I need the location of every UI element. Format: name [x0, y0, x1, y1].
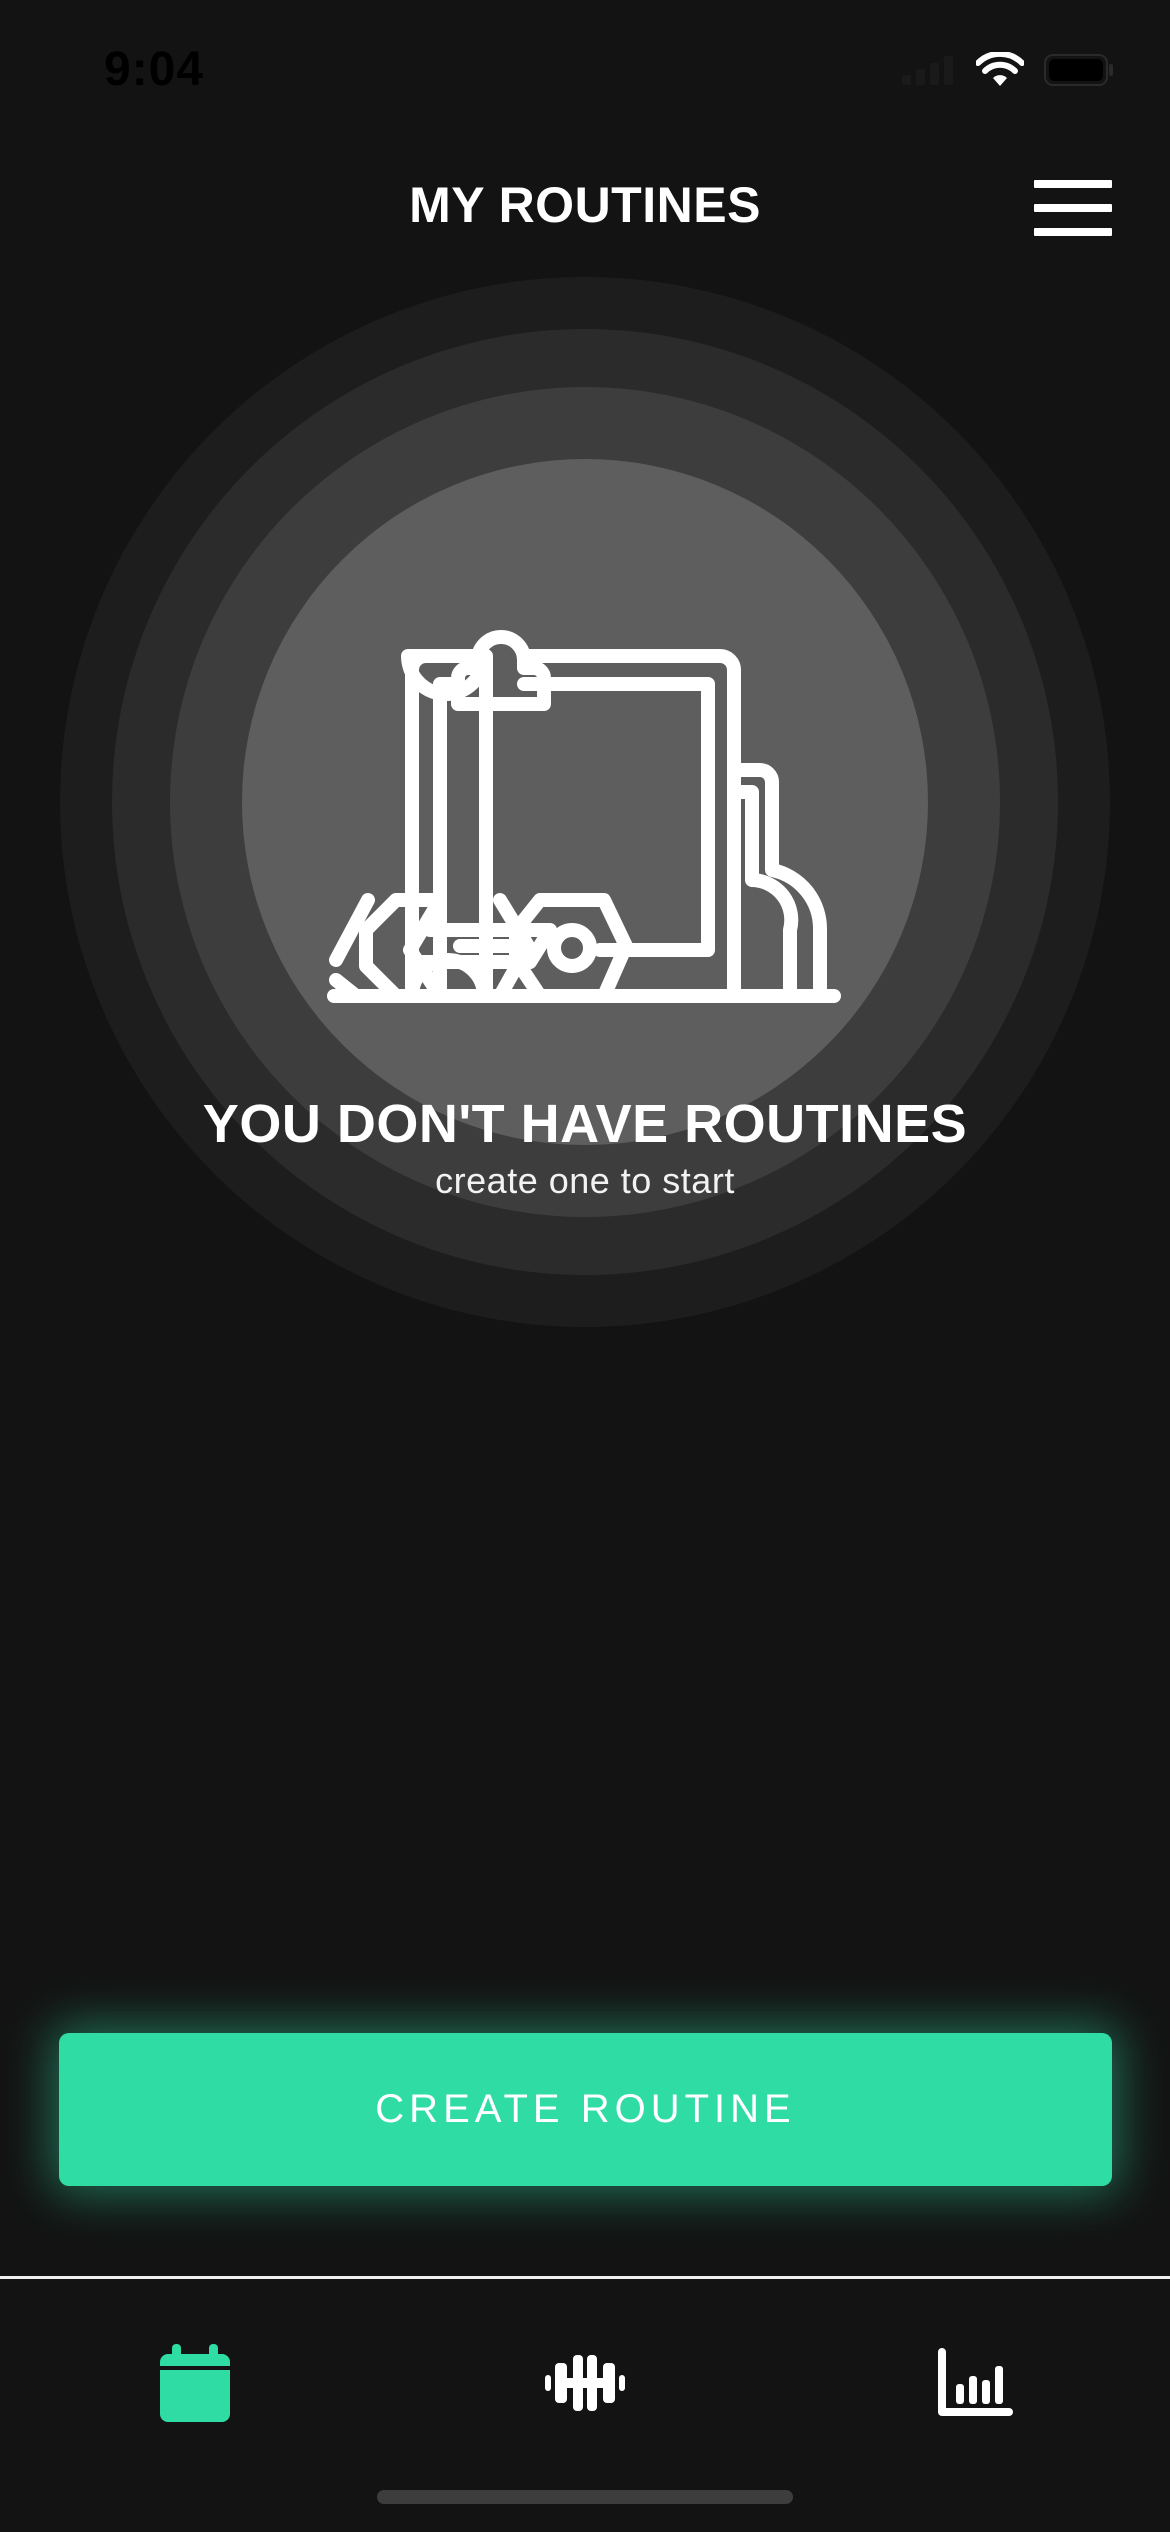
empty-state-title: YOU DON'T HAVE ROUTINES	[202, 1094, 968, 1154]
dumbbell-icon	[545, 2355, 625, 2411]
create-routine-button[interactable]: CREATE ROUTINE	[59, 2033, 1112, 2186]
status-time: 9:04	[104, 43, 205, 96]
tabbar-divider	[0, 2276, 1170, 2279]
menu-button[interactable]	[1034, 180, 1112, 236]
bar-chart-icon	[938, 2348, 1013, 2416]
home-indicator	[377, 2490, 793, 2504]
create-routine-label: CREATE ROUTINE	[375, 2087, 796, 2131]
hamburger-menu-icon	[1034, 180, 1112, 236]
battery-icon	[1044, 54, 1113, 86]
empty-state-subtitle: create one to start	[435, 1160, 735, 1201]
tab-stats[interactable]	[915, 2328, 1035, 2438]
tab-routines[interactable]	[135, 2328, 255, 2438]
signal-icon	[902, 56, 953, 85]
clipboard-dumbbell-illustration	[327, 630, 841, 1003]
calendar-icon	[160, 2344, 230, 2422]
tab-exercises[interactable]	[525, 2328, 645, 2438]
wifi-icon	[976, 52, 1024, 86]
page-title: MY ROUTINES	[409, 177, 761, 233]
status-icons	[902, 52, 1114, 88]
